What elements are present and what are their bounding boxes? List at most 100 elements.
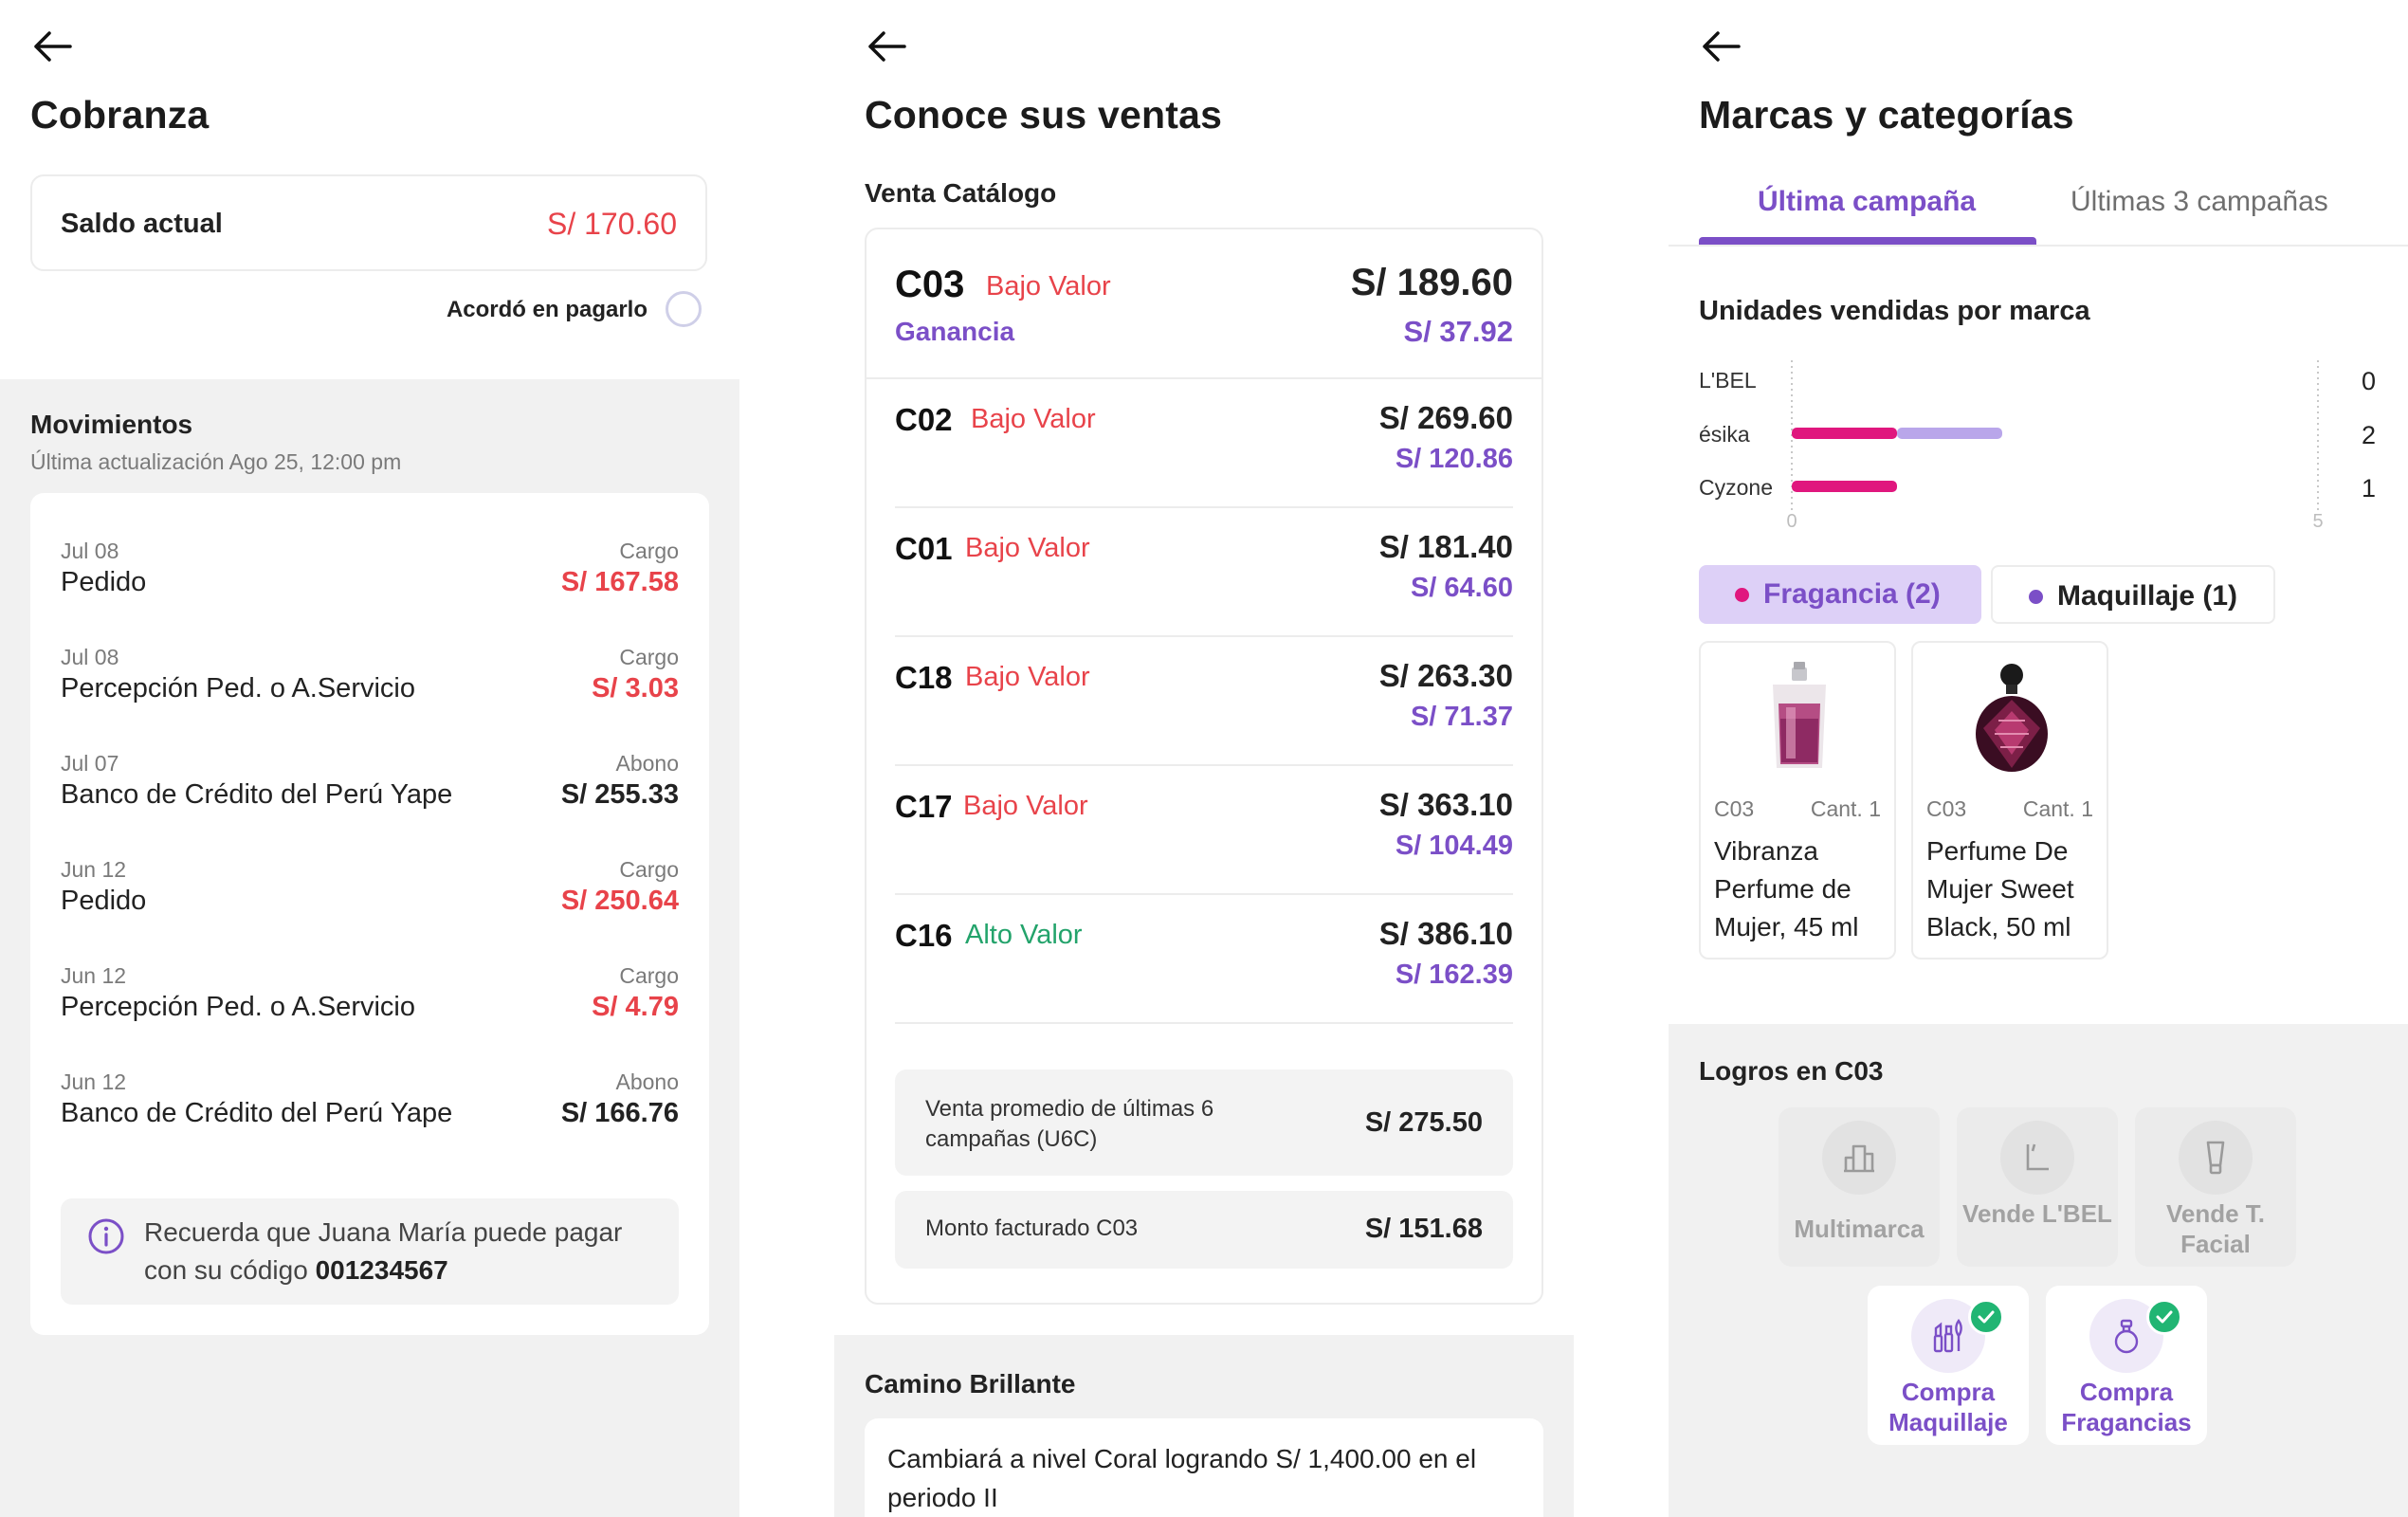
movement-amount: S/ 255.33 [560, 779, 679, 810]
movement-name: Pedido [61, 886, 147, 916]
campaign-row: C17 Bajo Valor S/ 363.10 S/ 104.49 [895, 764, 1513, 895]
check-icon [2146, 1299, 2182, 1335]
achievement-compra-maquillaje[interactable]: Compra Maquillaje [1868, 1286, 2029, 1445]
bar-chart-icon [1844, 1144, 1874, 1173]
venta-promedio-value: S/ 275.50 [1364, 1107, 1483, 1138]
perfume-bottle-image [1976, 664, 2048, 772]
category-maquillaje[interactable]: Maquillaje (1) [1991, 565, 2275, 624]
campaign-row: C16 Alto Valor S/ 386.10 S/ 162.39 [895, 893, 1513, 1024]
movement-name: Banco de Crédito del Perú Yape [61, 779, 453, 810]
list-item: Jul 07 Banco de Crédito del Perú Yape Ab… [61, 751, 679, 846]
back-arrow-icon[interactable] [30, 25, 74, 68]
campaign-code: C16 [895, 918, 953, 953]
campaign-row: C01 Bajo Valor S/ 181.40 S/ 64.60 [895, 506, 1513, 637]
campaign-amount: S/ 181.40 [1378, 529, 1513, 564]
campaign-amount: S/ 263.30 [1378, 658, 1513, 693]
movement-type: Cargo [619, 857, 679, 882]
cobranza-screen: Cobranza Saldo actual S/ 170.60 Acordó e… [0, 0, 739, 1517]
list-item: Jun 12 Pedido Cargo S/ 250.64 [61, 857, 679, 952]
category-fragancia[interactable]: Fragancia (2) [1699, 565, 1981, 624]
brand-label: ésika [1699, 422, 1750, 447]
product-card[interactable]: C03 Cant. 1 Perfume De Mujer Sweet Black… [1911, 641, 2108, 960]
product-quantity: Cant. 1 [2022, 796, 2093, 821]
camino-brillante-text: Cambiará a nivel Coral logrando S/ 1,400… [887, 1444, 1477, 1512]
check-icon [1968, 1299, 2004, 1335]
venta-promedio-box: Venta promedio de últimas 6 campañas (U6… [895, 1069, 1513, 1176]
campaign-code: C01 [895, 531, 953, 566]
campaign-amount: S/ 363.10 [1378, 787, 1513, 822]
achievement-vende-facial[interactable]: Vende T. Facial [2135, 1107, 2296, 1267]
movement-date: Jun 12 [61, 963, 127, 988]
movimientos-subtitle: Última actualización Ago 25, 12:00 pm [30, 449, 402, 474]
venta-catalogo-label: Venta Catálogo [865, 178, 1057, 208]
movimientos-title: Movimientos [30, 410, 193, 439]
campaign-ganancia: S/ 120.86 [1395, 444, 1513, 474]
info-icon [88, 1218, 124, 1254]
product-card[interactable]: C03 Cant. 1 Vibranza Perfume de Mujer, 4… [1699, 641, 1896, 960]
campaign-level: Alto Valor [965, 920, 1083, 950]
brand-total: 1 [2362, 474, 2376, 503]
tab-ultima-campana[interactable]: Última campaña [1758, 186, 1976, 218]
page-title: Marcas y categorías [1699, 93, 2074, 137]
movement-amount: S/ 167.58 [560, 567, 679, 597]
marcas-screen: Marcas y categorías Última campaña Últim… [1669, 0, 2408, 1517]
ventas-screen: Conoce sus ventas Venta Catálogo C03 Baj… [834, 0, 1574, 1517]
campaign-level: Bajo Valor [965, 533, 1090, 563]
achievement-badge [1822, 1121, 1896, 1195]
movement-amount: S/ 4.79 [592, 992, 679, 1022]
brand-total: 2 [2362, 421, 2376, 449]
movement-type: Abono [615, 1069, 679, 1094]
logros-section [1669, 1024, 2408, 1517]
payment-code-info: Recuerda que Juana María puede pagar con… [61, 1198, 679, 1305]
achievement-multimarca[interactable]: Multimarca [1779, 1107, 1940, 1267]
movement-type: Cargo [619, 963, 679, 988]
movement-amount: S/ 3.03 [592, 673, 679, 704]
brand-units-chart: L'BEL 0 ésika 2 Cyzone 1 0 5 [1699, 360, 2376, 532]
makeup-icon [1933, 1318, 1962, 1353]
chart-bar [1792, 428, 1897, 439]
camino-brillante-title: Camino Brillante [865, 1369, 1076, 1398]
product-name: Perfume De Mujer Sweet Black, 50 ml [1926, 836, 2074, 941]
fragancia-dot [1735, 588, 1749, 602]
perfume-bottle-icon [2114, 1319, 2139, 1354]
product-campaign: C03 [1714, 796, 1755, 821]
tab-divider [1669, 245, 2408, 247]
ganancia-label: Ganancia [895, 317, 1015, 346]
perfume-bottle-image [1773, 662, 1826, 768]
movement-type: Cargo [619, 645, 679, 669]
movement-date: Jun 12 [61, 1069, 127, 1094]
achievement-compra-fragancias[interactable]: Compra Fragancias [2046, 1286, 2207, 1445]
tab-active-indicator [1699, 237, 2036, 245]
tab-ultimas-3-campanas[interactable]: Últimas 3 campañas [2071, 186, 2328, 218]
movement-date: Jun 12 [61, 857, 127, 882]
lbel-logo-icon [2026, 1143, 2049, 1171]
achievement-label: Compra Maquillaje [1888, 1378, 2008, 1436]
back-arrow-icon[interactable] [1699, 25, 1742, 68]
campaign-level: Bajo Valor [965, 662, 1090, 692]
brand-label: Cyzone [1699, 475, 1773, 500]
campaign-code: C02 [895, 402, 953, 437]
list-item: Jun 12 Percepción Ped. o A.Servicio Carg… [61, 963, 679, 1058]
movement-amount: S/ 166.76 [560, 1098, 679, 1128]
cream-tube-icon [2206, 1141, 2225, 1175]
campaign-row: C18 Bajo Valor S/ 263.30 S/ 71.37 [895, 635, 1513, 766]
campaign-amount: S/ 189.60 [1350, 262, 1513, 303]
movimientos-list: Jul 08 Pedido Cargo S/ 167.58 Jul 08 Per… [30, 493, 709, 1335]
page-title: Cobranza [30, 93, 210, 137]
page-title: Conoce sus ventas [865, 93, 1223, 137]
category-label: Fragancia (2) [1763, 578, 1941, 610]
info-text: Recuerda que Juana María puede pagar con… [144, 1214, 656, 1289]
movement-type: Abono [615, 751, 679, 776]
category-label: Maquillaje (1) [2057, 580, 2238, 612]
achievement-label: Vende T. Facial [2165, 1199, 2266, 1258]
saldo-value: S/ 170.60 [547, 207, 677, 241]
back-arrow-icon[interactable] [865, 25, 908, 68]
achievement-label: Multimarca [1794, 1215, 1925, 1243]
movement-date: Jul 07 [61, 751, 119, 776]
camino-brillante-card: Cambiará a nivel Coral logrando S/ 1,400… [865, 1418, 1543, 1517]
achievement-vende-lbel[interactable]: Vende L'BEL [1957, 1107, 2118, 1267]
venta-promedio-label: Venta promedio de últimas 6 campañas (U6… [925, 1096, 1214, 1152]
movement-type: Cargo [619, 539, 679, 563]
acordo-radio[interactable] [666, 291, 702, 327]
campaign-amount: S/ 269.60 [1378, 400, 1513, 435]
